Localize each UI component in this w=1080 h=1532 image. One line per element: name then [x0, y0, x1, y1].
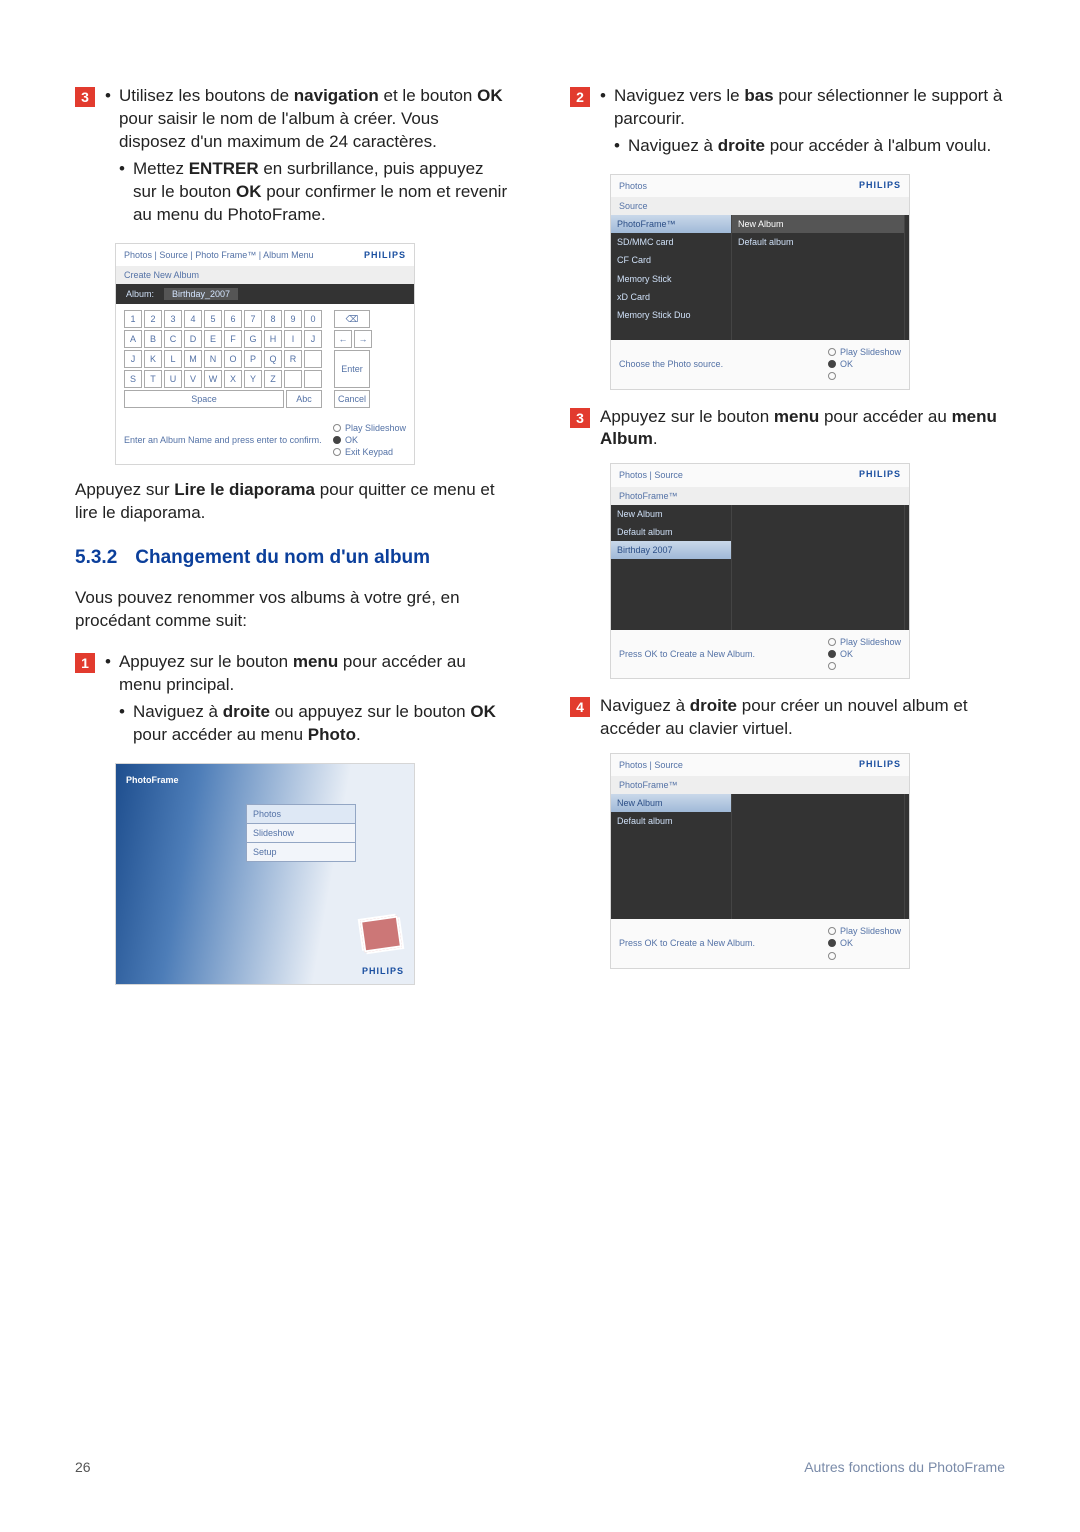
after-kb-text: Appuyez sur Lire le diaporama pour quitt…	[75, 479, 510, 525]
pf-menu-item: Setup	[246, 843, 356, 862]
footer-label: Autres fonctions du PhotoFrame	[804, 1458, 1005, 1477]
page-number: 26	[75, 1458, 91, 1477]
step-3: 3 Utilisez les boutons de navigation et …	[75, 85, 510, 231]
kb-left: ←	[334, 330, 352, 348]
kb-right: →	[354, 330, 372, 348]
kb-cancel: Cancel	[334, 390, 370, 408]
brand-logo: PHILIPS	[859, 468, 901, 480]
kb-bar: Create New Album	[116, 266, 414, 284]
pf-menu-item: Photos	[246, 804, 356, 824]
brand-logo: PHILIPS	[859, 179, 901, 191]
step-badge: 3	[570, 408, 590, 428]
section-heading: 5.3.2 Changement du nom d'un album	[75, 545, 510, 571]
kb-enter: Enter	[334, 350, 370, 388]
step-badge: 4	[570, 697, 590, 717]
screenshot-albummenu: Photos | Source PHILIPS PhotoFrame™ New …	[610, 463, 910, 679]
kb-backspace: ⌫	[334, 310, 370, 328]
brand-logo: PHILIPS	[364, 249, 406, 261]
step-3r: 3 Appuyez sur le bouton menu pour accéde…	[570, 406, 1005, 452]
photo-thumb-icon	[360, 915, 402, 952]
brand-logo: PHILIPS	[859, 758, 901, 770]
step-2: 2 Naviguez vers le bas pour sélectionner…	[570, 85, 1005, 162]
page-footer: 26 Autres fonctions du PhotoFrame	[75, 1458, 1005, 1477]
screenshot-newalbum: Photos | Source PHILIPS PhotoFrame™ New …	[610, 753, 910, 969]
step-1: 1 Appuyez sur le bouton menu pour accéde…	[75, 651, 510, 751]
step-badge: 3	[75, 87, 95, 107]
screenshot-keyboard: Photos | Source | Photo Frame™ | Album M…	[115, 243, 415, 466]
kb-crumbs: Photos | Source | Photo Frame™ | Album M…	[124, 249, 314, 261]
kb-space: Space	[124, 390, 284, 408]
screenshot-source: Photos PHILIPS Source PhotoFrame™ SD/MMC…	[610, 174, 910, 390]
brand-logo: PHILIPS	[362, 965, 404, 977]
step-badge: 2	[570, 87, 590, 107]
right-column: 2 Naviguez vers le bas pour sélectionner…	[570, 85, 1005, 1001]
step-badge: 1	[75, 653, 95, 673]
pf-title: PhotoFrame	[126, 775, 179, 785]
left-column: 3 Utilisez les boutons de navigation et …	[75, 85, 510, 1001]
pf-menu-item: Slideshow	[246, 824, 356, 843]
section-intro: Vous pouvez renommer vos albums à votre …	[75, 587, 510, 633]
screenshot-mainmenu: PhotoFrame Photos Slideshow Setup PHILIP…	[115, 763, 415, 985]
step-4: 4 Naviguez à droite pour créer un nouvel…	[570, 695, 1005, 741]
kb-abc: Abc	[286, 390, 322, 408]
kb-hint: Enter an Album Name and press enter to c…	[124, 434, 322, 446]
